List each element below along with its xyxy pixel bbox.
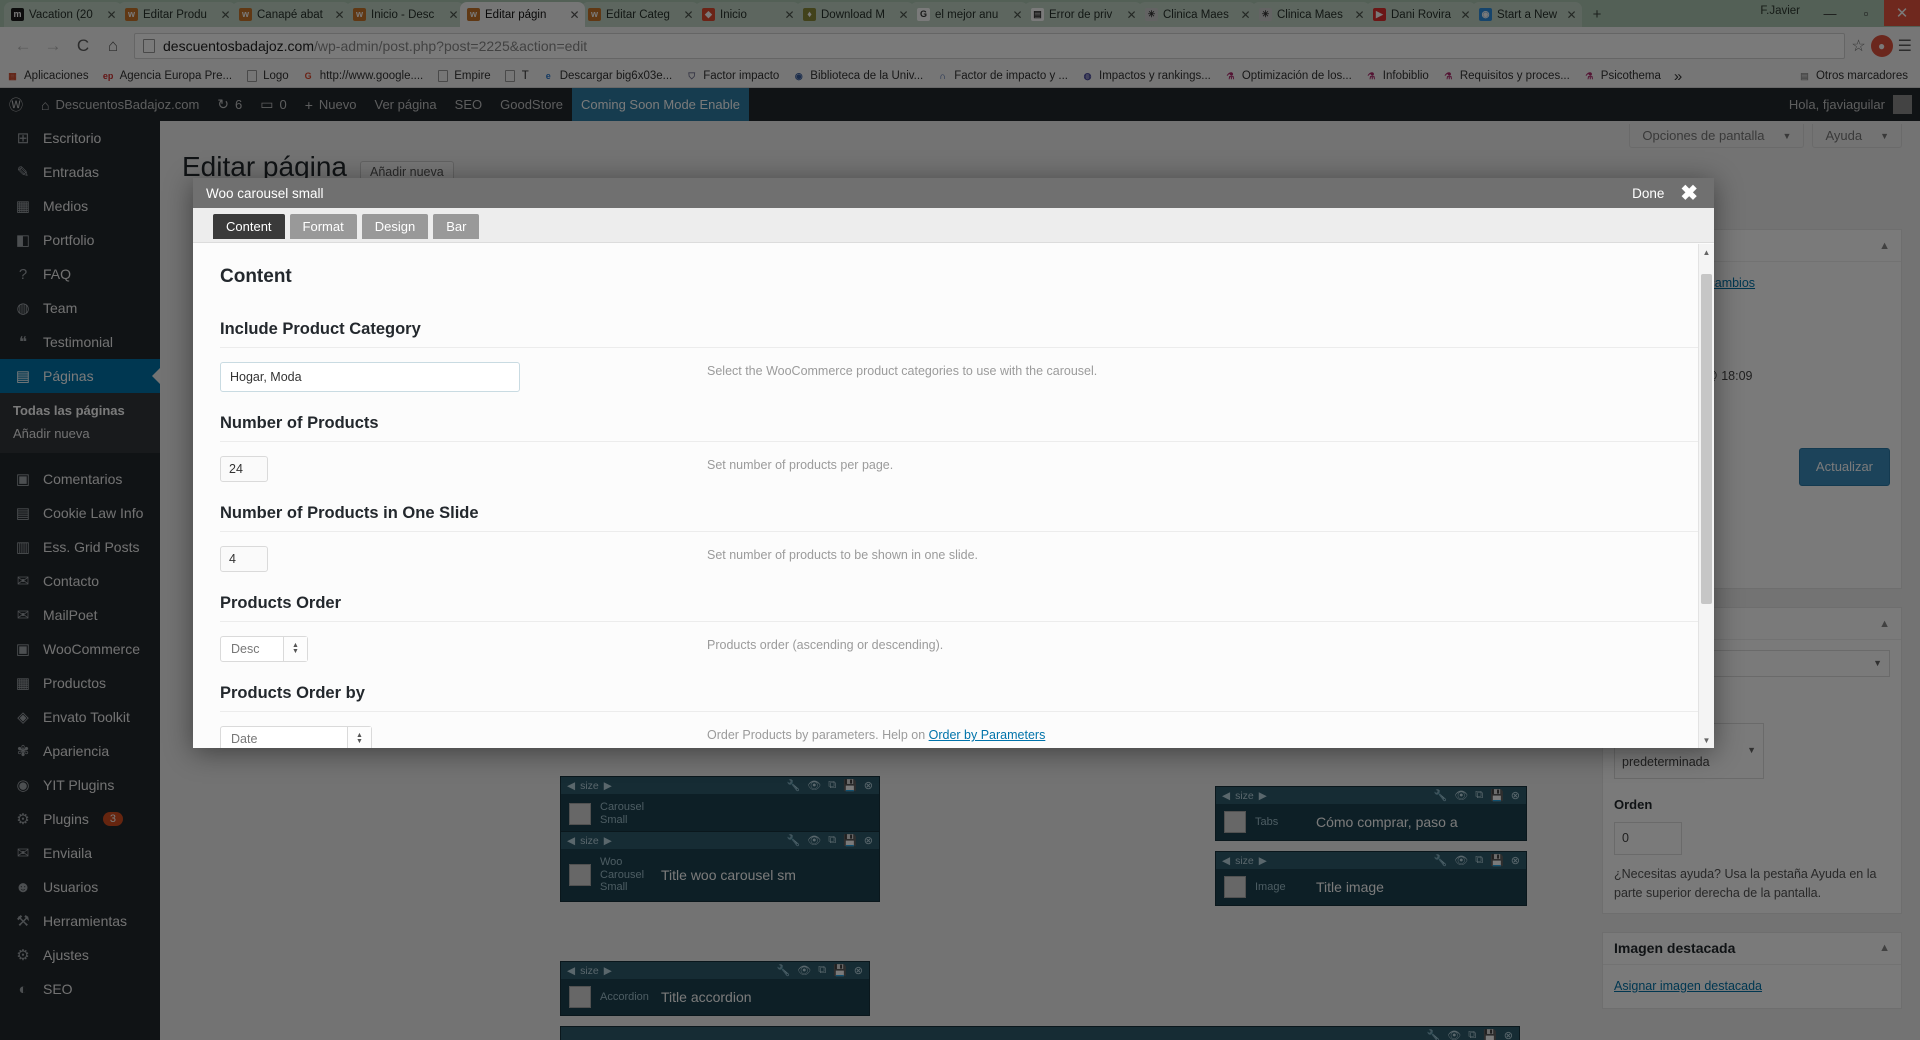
field-label: Number of Products in One Slide xyxy=(220,504,479,522)
select-stepper-icon[interactable]: ▲ ▼ xyxy=(283,637,307,661)
field-control-cell: 4 xyxy=(220,532,685,594)
field-label: Include Product Category xyxy=(220,320,421,338)
field-number-input[interactable]: 4 xyxy=(220,546,268,572)
field-help-text: Set number of products per page. xyxy=(707,458,894,472)
section-title: Content xyxy=(220,266,292,287)
field-help-text: Order Products by parameters. Help on Or… xyxy=(707,728,1046,742)
settings-field: Number of Products in One Slide 4 Set numb… xyxy=(193,504,1698,594)
shortcode-settings-modal: Woo carousel small Done ✖ Content Format D… xyxy=(193,178,1714,748)
field-control-cell: Date ▲ ▼ xyxy=(220,712,685,748)
settings-field: Include Product Category Hogar, Moda Selec… xyxy=(193,320,1698,414)
field-help-text: Products order (ascending or descending)… xyxy=(707,638,944,652)
field-label: Number of Products xyxy=(220,414,379,432)
modal-header: Woo carousel small Done ✖ xyxy=(193,178,1714,208)
settings-field: Products Order Desc ▲ ▼ Products order (asce… xyxy=(193,594,1698,684)
field-help-text: Set number of products to be shown in on… xyxy=(707,548,978,562)
settings-field: Products Order by Date ▲ ▼ Order Products by… xyxy=(193,684,1698,748)
scroll-down-icon[interactable]: ▼ xyxy=(1699,732,1714,748)
close-icon[interactable]: ✖ xyxy=(1674,183,1714,204)
field-control-cell: Hogar, Moda xyxy=(220,348,685,414)
modal-scrollbar[interactable]: ▲ ▼ xyxy=(1698,244,1714,748)
field-select-value: Desc xyxy=(231,642,260,656)
settings-field: Number of Products 24 Set number of produc… xyxy=(193,414,1698,504)
field-number-input[interactable]: 24 xyxy=(220,456,268,482)
modal-tab-design[interactable]: Design xyxy=(361,214,429,239)
modal-tab-content[interactable]: Content xyxy=(213,214,285,239)
field-select[interactable]: Desc ▲ ▼ xyxy=(220,636,308,662)
field-control-cell: 24 xyxy=(220,442,685,504)
field-select-value: Date xyxy=(231,732,258,746)
select-stepper-icon[interactable]: ▲ ▼ xyxy=(347,727,371,748)
field-select[interactable]: Date ▲ ▼ xyxy=(220,726,372,748)
field-row: 4 Set number of products to be shown in o… xyxy=(220,531,1698,594)
field-row: 24 Set number of products per page. xyxy=(220,441,1698,504)
settings-field-list: Include Product Category Hogar, Moda Selec… xyxy=(193,320,1698,748)
field-help-link[interactable]: Order by Parameters xyxy=(929,728,1046,742)
field-row: Hogar, Moda Select the WooCommerce produc… xyxy=(220,347,1698,414)
field-row: Date ▲ ▼ Order Products by parameters. Help… xyxy=(220,711,1698,748)
modal-title: Woo carousel small xyxy=(206,185,324,201)
field-help-text: Select the WooCommerce product categorie… xyxy=(707,364,1098,378)
field-text-input[interactable]: Hogar, Moda xyxy=(220,362,520,392)
field-label: Products Order xyxy=(220,594,342,612)
field-label: Products Order by xyxy=(220,684,365,702)
scroll-up-icon[interactable]: ▲ xyxy=(1699,244,1714,260)
modal-done-button[interactable]: Done xyxy=(1622,186,1674,201)
field-control-cell: Desc ▲ ▼ xyxy=(220,622,685,684)
modal-tab-bar[interactable]: Bar xyxy=(433,214,480,239)
field-row: Desc ▲ ▼ Products order (ascending or desce… xyxy=(220,621,1698,684)
modal-tab-format[interactable]: Format xyxy=(289,214,357,239)
modal-body: Content Include Product Category Hogar, M… xyxy=(193,244,1714,748)
modal-tab-bar: Content Format Design Bar xyxy=(193,208,1714,243)
modal-scroll-region: Content Include Product Category Hogar, M… xyxy=(193,244,1698,748)
scrollbar-thumb[interactable] xyxy=(1701,274,1712,604)
